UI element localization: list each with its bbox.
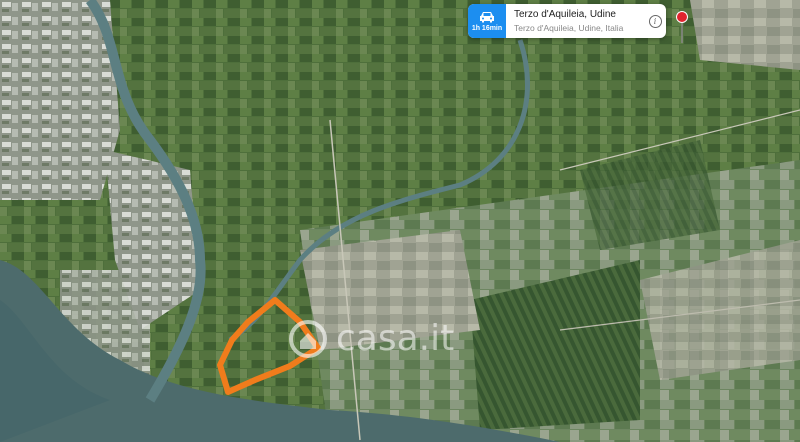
location-title: Terzo d'Aquileia, Udine xyxy=(514,9,616,20)
info-button[interactable]: i xyxy=(644,4,666,38)
car-icon xyxy=(480,12,494,23)
travel-time-button[interactable]: 1h 16min xyxy=(468,4,506,38)
satellite-map[interactable]: casa.it 1h 16min Terzo d'Aquileia, Udine… xyxy=(0,0,800,442)
watermark-text: casa.it xyxy=(336,318,455,359)
house-logo-icon xyxy=(289,319,327,358)
travel-time: 1h 16min xyxy=(471,25,503,32)
location-callout[interactable]: 1h 16min Terzo d'Aquileia, Udine Terzo d… xyxy=(468,4,666,38)
info-icon: i xyxy=(648,14,662,28)
property-area-outline xyxy=(217,297,321,395)
location-subtitle: Terzo d'Aquileia, Udine, Italia xyxy=(514,23,624,33)
location-pin-icon[interactable] xyxy=(675,10,691,44)
casa-it-watermark: casa.it xyxy=(288,318,454,359)
